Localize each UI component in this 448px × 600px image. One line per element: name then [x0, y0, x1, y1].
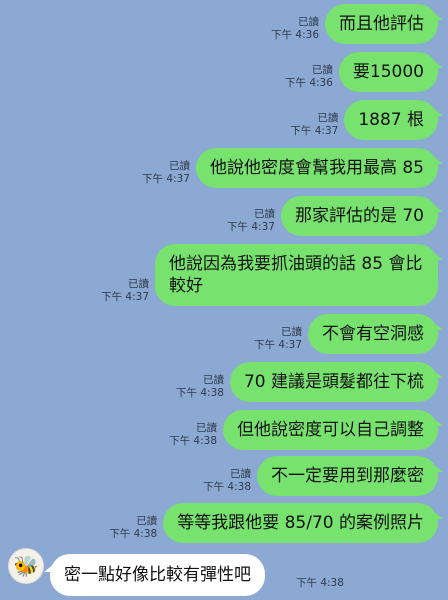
message-meta: 已讀 下午 4:36: [285, 64, 333, 90]
outgoing-message: 已讀 下午 4:38 70 建議是頭髮都往下梳: [176, 362, 444, 402]
message-bubble[interactable]: 那家評估的是 70: [280, 196, 444, 236]
message-bubble[interactable]: 不會有空洞感: [308, 314, 443, 354]
outgoing-message: 已讀 下午 4:37 那家評估的是 70: [227, 196, 444, 236]
read-receipt: 已讀: [281, 326, 302, 338]
read-receipt: 已讀: [202, 374, 224, 386]
message-meta: 已讀 下午 4:36: [271, 16, 319, 42]
outgoing-message: 已讀 下午 4:36 要15000: [285, 52, 444, 92]
message-bubble[interactable]: 1887 根: [344, 100, 443, 140]
message-bubble[interactable]: 而且他評估: [325, 4, 443, 44]
read-receipt: 已讀: [317, 112, 339, 124]
message-bubble[interactable]: 他說他密度會幫我用最高 85: [195, 148, 444, 188]
timestamp: 下午 4:37: [101, 291, 149, 303]
outgoing-message: 已讀 下午 4:38 等等我跟他要 85/70 的案例照片: [109, 503, 443, 543]
timestamp: 下午 4:37: [290, 125, 339, 137]
outgoing-message: 已讀 下午 4:37 1887 根: [290, 100, 443, 140]
outgoing-message: 已讀 下午 4:37 他說因為我要抓油頭的話 85 會比較好: [101, 244, 443, 306]
timestamp: 下午 4:36: [284, 77, 333, 89]
outgoing-message: 已讀 下午 4:38 但他說密度可以自己調整: [169, 410, 443, 450]
read-receipt: 已讀: [128, 278, 149, 290]
read-receipt: 已讀: [298, 16, 319, 28]
message-bubble[interactable]: 70 建議是頭髮都往下梳: [229, 362, 444, 402]
timestamp: 下午 4:38: [176, 387, 224, 399]
read-receipt: 已讀: [230, 468, 251, 480]
contact-avatar[interactable]: 🐝: [8, 548, 44, 584]
message-bubble[interactable]: 要15000: [338, 52, 444, 92]
read-receipt: 已讀: [311, 64, 333, 76]
outgoing-message: 已讀 下午 4:36 而且他評估: [271, 4, 443, 44]
message-meta: 已讀 下午 4:38: [169, 422, 217, 448]
outgoing-message: 已讀 下午 4:38 不一定要用到那麼密: [203, 456, 443, 496]
timestamp: 下午 4:38: [109, 528, 158, 540]
message-meta: 已讀 下午 4:37: [142, 160, 190, 186]
message-meta: 已讀 下午 4:38: [109, 515, 157, 541]
read-receipt: 已讀: [136, 515, 158, 527]
read-receipt: 已讀: [196, 422, 217, 434]
message-meta: 已讀 下午 4:37: [227, 208, 275, 234]
message-bubble[interactable]: 他說因為我要抓油頭的話 85 會比較好: [155, 244, 443, 306]
timestamp: 下午 4:38: [203, 481, 251, 493]
read-receipt: 已讀: [253, 208, 275, 220]
message-meta: 已讀 下午 4:37: [101, 278, 149, 304]
timestamp: 下午 4:38: [169, 435, 217, 447]
message-bubble[interactable]: 等等我跟他要 85/70 的案例照片: [163, 503, 443, 543]
incoming-message-bubble[interactable]: 密一點好像比較有彈性吧: [44, 554, 265, 596]
bee-icon: 🐝: [13, 554, 39, 578]
message-bubble[interactable]: 不一定要用到那麼密: [257, 456, 443, 496]
message-bubble[interactable]: 但他說密度可以自己調整: [223, 410, 443, 450]
message-meta: 已讀 下午 4:37: [290, 112, 338, 138]
timestamp: 下午 4:38: [296, 577, 344, 589]
outgoing-message: 已讀 下午 4:37 不會有空洞感: [254, 314, 443, 354]
timestamp: 下午 4:36: [271, 29, 319, 41]
message-meta: 已讀 下午 4:37: [254, 326, 302, 352]
message-meta: 已讀 下午 4:38: [176, 374, 224, 400]
read-receipt: 已讀: [168, 160, 190, 172]
outgoing-message: 已讀 下午 4:37 他說他密度會幫我用最高 85: [142, 148, 444, 188]
timestamp: 下午 4:37: [142, 173, 190, 185]
message-meta: 已讀 下午 4:38: [203, 468, 251, 494]
timestamp: 下午 4:37: [227, 221, 275, 233]
timestamp: 下午 4:37: [254, 339, 302, 351]
